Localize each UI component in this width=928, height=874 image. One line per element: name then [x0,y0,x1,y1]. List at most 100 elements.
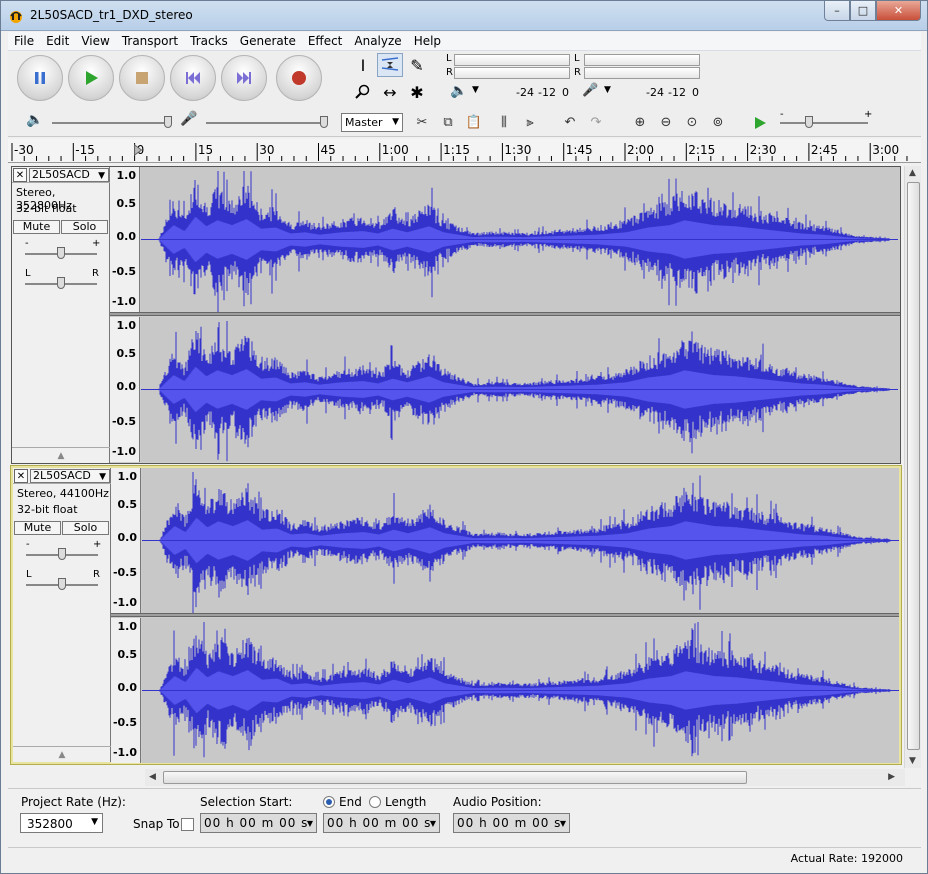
pencil-tool-icon[interactable]: ✎ [404,53,430,77]
menu-tracks[interactable]: Tracks [184,34,234,48]
skip-to-end-button[interactable] [221,55,267,101]
track-name-menu[interactable]: 2L50SACD ▼ [30,469,110,483]
undo-button[interactable]: ↶ [558,112,582,133]
fit-project-button[interactable]: ⊚ [706,112,730,133]
mute-button[interactable]: Mute [13,220,60,234]
amplitude-ruler[interactable]: 1.0 0.5 0.0 -0.5 -1.0 [111,468,141,613]
scroll-left-icon[interactable]: ◀ [149,772,156,782]
ruler-label: 2:30 [750,143,777,157]
collapse-track-icon[interactable]: ▲ [12,447,110,463]
snap-to-checkbox[interactable] [181,818,194,831]
skip-to-start-button[interactable] [170,55,216,101]
play-at-speed-button[interactable] [748,112,772,133]
record-button[interactable] [276,55,322,101]
vertical-scroll-thumb[interactable] [907,182,920,750]
redo-button[interactable]: ↷ [584,112,608,133]
selection-tool-icon[interactable]: I [350,53,376,77]
input-volume-slider[interactable] [206,122,326,124]
pan-thumb[interactable] [57,277,65,289]
ruler-label: 45 [321,143,336,157]
play-button[interactable] [68,55,114,101]
mute-button[interactable]: Mute [14,521,61,535]
play-meter-left-label: L [446,53,452,64]
minimize-button[interactable]: – [824,1,850,21]
horizontal-scroll-thumb[interactable] [163,771,747,784]
selection-start-field[interactable]: 00 h 00 m 00 s ▼ [200,813,317,833]
skip-to-start-icon [186,72,200,84]
output-volume-slider[interactable] [52,122,172,124]
envelope-tool-icon[interactable] [377,53,403,77]
silence-button[interactable]: ⫸ [518,112,542,133]
audio-track-1[interactable]: ✕ 2L50SACD ▼ Stereo, 352800Hz 32-bit flo… [11,166,901,464]
play-speed-thumb[interactable] [805,116,813,128]
length-radio[interactable] [369,796,381,808]
pan-right-label: R [92,268,99,279]
chevron-down-icon: ▼ [91,817,98,827]
zoom-out-button[interactable]: ⊖ [654,112,678,133]
menu-analyze[interactable]: Analyze [348,34,407,48]
maximize-button[interactable]: □ [850,1,876,21]
record-meter-menu-icon[interactable]: ▼ [604,85,611,95]
solo-button[interactable]: Solo [61,220,108,234]
multi-tool-icon[interactable]: ✱ [404,80,430,104]
zoom-tool-icon[interactable] [350,80,376,104]
menu-generate[interactable]: Generate [234,34,302,48]
ruler-label: 2:15 [688,143,715,157]
waveform-channel[interactable] [141,167,900,312]
fit-selection-button[interactable]: ⊙ [680,112,704,133]
scroll-up-icon[interactable]: ▲ [909,168,916,178]
amplitude-ruler[interactable]: 1.0 0.5 0.0 -0.5 -1.0 [110,317,140,462]
solo-button[interactable]: Solo [62,521,109,535]
amplitude-tick-label: 0.0 [116,380,137,393]
copy-button[interactable]: ⧉ [436,112,460,133]
pan-thumb[interactable] [58,578,66,590]
selection-end-field[interactable]: 00 h 00 m 00 s ▼ [323,813,440,833]
menu-view[interactable]: View [75,34,115,48]
menu-transport[interactable]: Transport [116,34,184,48]
status-bar: Actual Rate: 192000 [8,847,921,869]
gain-thumb[interactable] [58,548,66,560]
play-speed-slider[interactable] [780,122,868,124]
waveform-channel[interactable] [142,618,899,763]
redo-icon: ↷ [590,115,602,130]
pause-button[interactable] [17,55,63,101]
zoom-in-button[interactable]: ⊕ [628,112,652,133]
menu-file[interactable]: File [8,34,40,48]
close-track-icon[interactable]: ✕ [14,469,28,483]
transport-toolbar [17,55,322,101]
output-volume-thumb[interactable] [164,116,172,128]
waveform-graphic [142,622,899,758]
play-meter-menu-icon[interactable]: ▼ [472,85,479,95]
audio-position-field[interactable]: 00 h 00 m 00 s ▼ [453,813,570,833]
amplitude-ruler[interactable]: 1.0 0.5 0.0 -0.5 -1.0 [110,167,140,312]
close-track-icon[interactable]: ✕ [13,168,27,182]
project-rate-select[interactable]: 352800 ▼ [20,813,103,833]
track-name-menu[interactable]: 2L50SACD ▼ [29,168,109,182]
timeline-ruler[interactable]: -30-1501530451:001:151:301:452:002:152:3… [8,139,921,163]
waveform-channel[interactable] [141,317,900,462]
scroll-down-icon[interactable]: ▼ [909,756,916,766]
audio-track-2[interactable]: ✕ 2L50SACD ▼ Stereo, 44100Hz 32-bit floa… [10,465,902,765]
menu-effect[interactable]: Effect [302,34,349,48]
menu-help[interactable]: Help [408,34,447,48]
stop-button[interactable] [119,55,165,101]
horizontal-scrollbar[interactable]: ◀ ▶ [145,769,905,786]
close-button[interactable]: ✕ [876,1,921,21]
input-source-select[interactable]: Master ▼ [341,113,403,132]
end-radio[interactable] [323,796,335,808]
vertical-scrollbar[interactable]: ▲ ▼ [904,166,921,768]
trim-button[interactable]: ⫼ [492,112,516,133]
scroll-right-icon[interactable]: ▶ [888,772,895,782]
pan-left-label: L [25,268,31,279]
input-volume-thumb[interactable] [320,116,328,128]
gain-thumb[interactable] [57,247,65,259]
amplitude-ruler[interactable]: 1.0 0.5 0.0 -0.5 -1.0 [111,618,141,763]
speaker-icon[interactable]: 🔈 [450,83,467,99]
waveform-channel[interactable] [142,468,899,613]
paste-button[interactable]: 📋 [462,112,486,133]
microphone-icon[interactable]: 🎤 [582,83,598,98]
time-shift-tool-icon[interactable]: ↔ [377,80,403,104]
collapse-track-icon[interactable]: ▲ [13,746,111,762]
menu-edit[interactable]: Edit [40,34,75,48]
cut-button[interactable]: ✂ [410,112,434,133]
